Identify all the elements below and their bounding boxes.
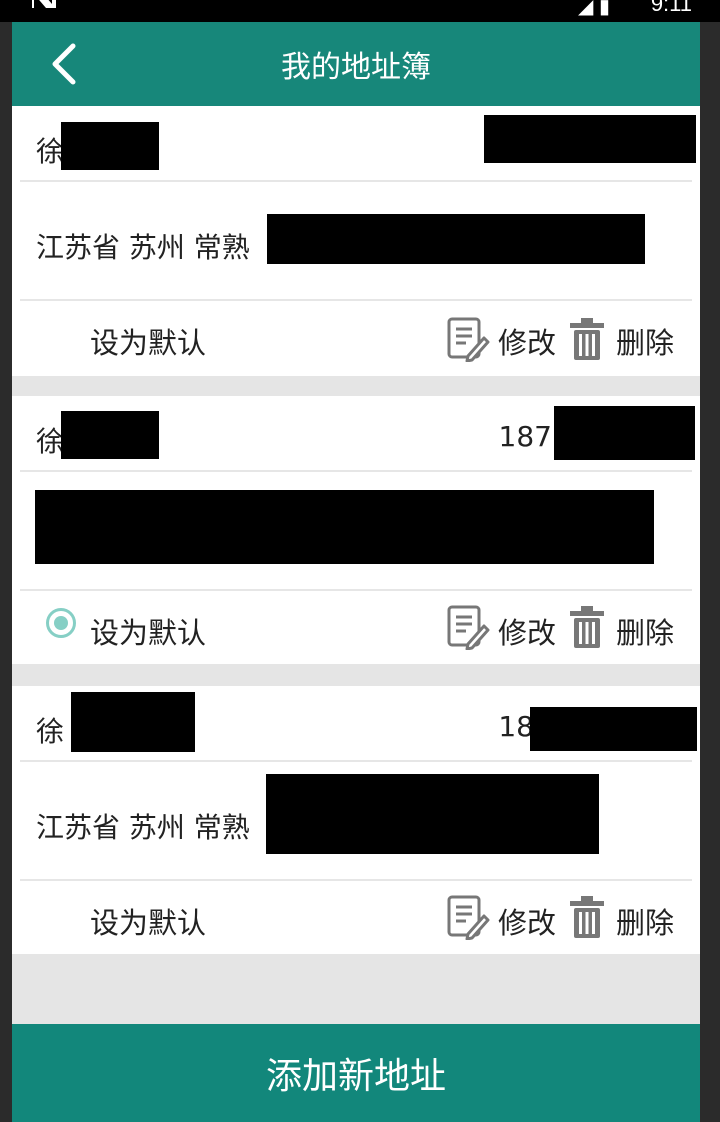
trash-icon[interactable] — [568, 894, 606, 940]
edit-button[interactable]: 修改 — [498, 320, 556, 362]
edit-icon[interactable] — [446, 316, 490, 362]
redacted-block — [71, 692, 195, 752]
card-actions: 设为默认 修改 删除 — [12, 592, 700, 666]
edit-icon[interactable] — [446, 894, 490, 940]
address-card[interactable]: 徐 18 江苏省 苏州 常熟 设为默认 修改 删除 — [12, 686, 700, 954]
redacted-block — [61, 122, 159, 170]
contact-name: 徐 — [36, 135, 65, 168]
set-default-button[interactable]: 设为默认 — [90, 610, 206, 652]
status-bar: ◢ ▮ 9:11 — [0, 0, 720, 22]
contact-phone: 187 — [498, 420, 552, 453]
card-actions: 设为默认 修改 删除 — [12, 882, 700, 956]
edit-button[interactable]: 修改 — [498, 610, 556, 652]
radio-dot — [54, 616, 68, 630]
notification-icon — [32, 0, 56, 8]
edit-icon[interactable] — [446, 604, 490, 650]
delete-button[interactable]: 删除 — [616, 900, 674, 942]
address-text: 江苏省 苏州 常熟 — [36, 231, 250, 264]
redacted-block — [266, 774, 599, 854]
divider — [20, 760, 692, 762]
contact-name: 徐 — [36, 425, 65, 458]
contact-phone: 18 — [498, 710, 534, 743]
divider — [20, 589, 692, 591]
trash-icon[interactable] — [568, 316, 606, 362]
card-actions: 设为默认 修改 删除 — [12, 302, 700, 376]
chevron-left-icon — [52, 43, 76, 85]
redacted-block — [530, 707, 697, 751]
address-card[interactable]: 徐 江苏省 苏州 常熟 设为默认 修改 删除 — [12, 106, 700, 376]
delete-button[interactable]: 删除 — [616, 610, 674, 652]
delete-button[interactable]: 删除 — [616, 320, 674, 362]
redacted-block — [35, 490, 654, 564]
background-ide-right — [700, 0, 720, 1122]
address-card[interactable]: 徐 187 设为默认 修改 删除 — [12, 396, 700, 664]
trash-icon[interactable] — [568, 604, 606, 650]
status-time: 9:11 — [650, 0, 692, 16]
default-radio-selected[interactable] — [46, 608, 76, 638]
redacted-block — [267, 214, 645, 264]
page-title: 我的地址簿 — [281, 50, 431, 85]
divider — [20, 879, 692, 881]
edit-button[interactable]: 修改 — [498, 900, 556, 942]
set-default-button[interactable]: 设为默认 — [90, 320, 206, 362]
add-address-button[interactable]: 添加新地址 — [12, 1024, 700, 1122]
address-text: 江苏省 苏州 常熟 — [36, 811, 250, 844]
redacted-block — [484, 115, 696, 163]
background-ide-left — [0, 0, 12, 1122]
signal-battery-icons: ◢ ▮ — [578, 0, 610, 18]
divider — [20, 470, 692, 472]
app-header: 我的地址簿 — [12, 22, 700, 106]
address-book-screen: 我的地址簿 徐 江苏省 苏州 常熟 设为默认 修改 删除 徐 187 设为默认 … — [12, 22, 700, 1122]
divider — [20, 299, 692, 301]
divider — [20, 180, 692, 182]
back-button[interactable] — [38, 38, 90, 90]
set-default-button[interactable]: 设为默认 — [90, 900, 206, 942]
redacted-block — [554, 406, 695, 460]
contact-name: 徐 — [36, 715, 65, 748]
redacted-block — [61, 411, 159, 459]
